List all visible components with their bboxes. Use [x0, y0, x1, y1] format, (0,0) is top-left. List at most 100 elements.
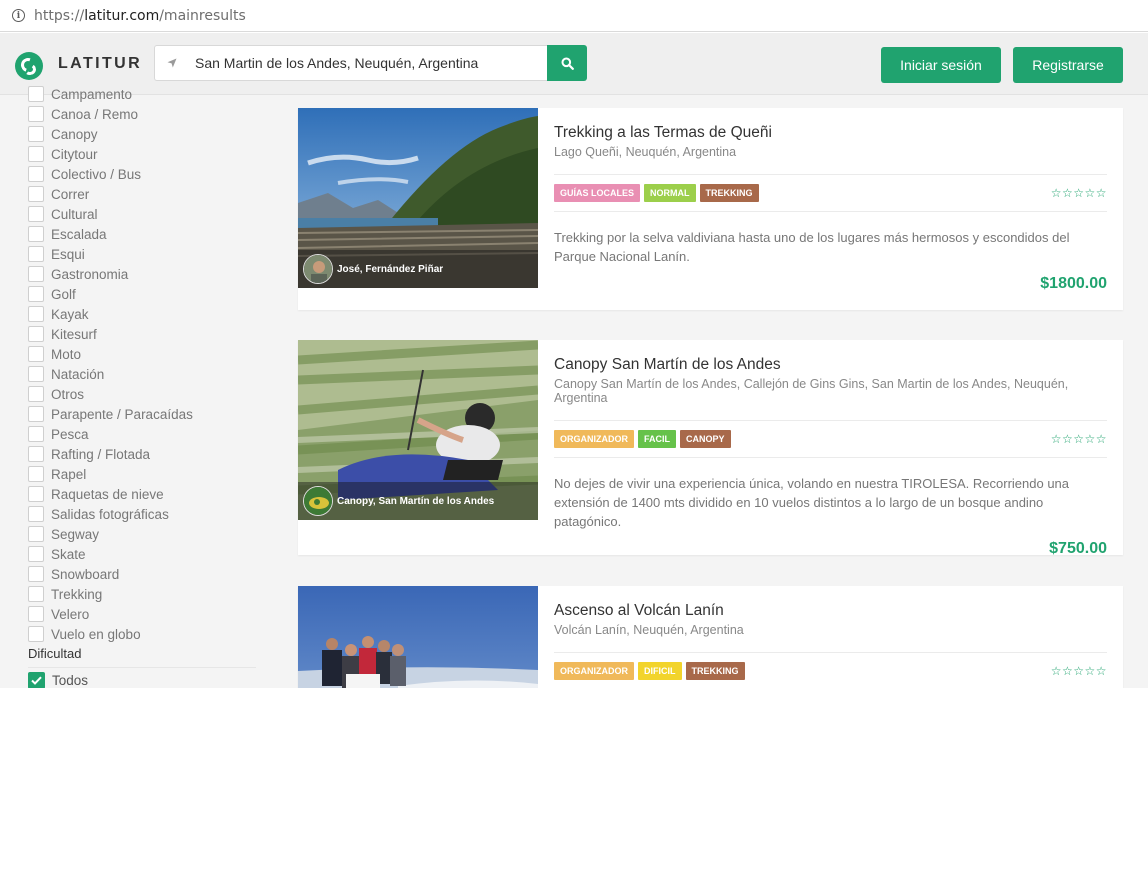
activity-filter-item[interactable]: Otros: [28, 384, 193, 404]
activity-title[interactable]: Trekking a las Termas de Queñi: [554, 124, 1107, 142]
address-bar[interactable]: i https://latitur.com/mainresults: [0, 0, 1148, 32]
checkbox[interactable]: [28, 226, 44, 242]
url-scheme: https://: [34, 7, 85, 24]
activity-filter-item[interactable]: Rapel: [28, 464, 193, 484]
checkbox[interactable]: [28, 286, 44, 302]
activity-filter-item[interactable]: Parapente / Paracaídas: [28, 404, 193, 424]
activity-filter-item[interactable]: Snowboard: [28, 564, 193, 584]
activity-filter-item[interactable]: Vuelo en globo: [28, 624, 193, 644]
card-body: Ascenso al Volcán Lanín Volcán Lanín, Ne…: [554, 586, 1107, 688]
checkbox[interactable]: [28, 186, 44, 202]
activity-filter-item[interactable]: Trekking: [28, 584, 193, 604]
checkbox[interactable]: [28, 426, 44, 442]
checkbox[interactable]: [28, 386, 44, 402]
tag-badge: FACIL: [638, 430, 676, 448]
checkbox-checked[interactable]: [28, 672, 45, 688]
activity-filter-item[interactable]: Escalada: [28, 224, 193, 244]
checkbox[interactable]: [28, 466, 44, 482]
activity-filter-item[interactable]: Canoa / Remo: [28, 104, 193, 124]
checkbox[interactable]: [28, 146, 44, 162]
activity-filter-label: Kayak: [51, 306, 89, 322]
activity-photo[interactable]: José, Fernández Piñar: [298, 108, 538, 288]
checkbox[interactable]: [28, 566, 44, 582]
owner-name[interactable]: Canopy, San Martín de los Andes: [337, 496, 494, 507]
activity-filter-item[interactable]: Pesca: [28, 424, 193, 444]
blank-area: [0, 688, 1148, 880]
checkbox[interactable]: [28, 246, 44, 262]
checkbox[interactable]: [28, 366, 44, 382]
activity-filter-item[interactable]: Colectivo / Bus: [28, 164, 193, 184]
owner-avatar[interactable]: [303, 486, 333, 516]
activity-filter-label: Moto: [51, 346, 82, 362]
activity-filter-list: Campamento Canoa / Remo Canopy Citytour Cole…: [28, 84, 193, 644]
activity-filter-item[interactable]: Salidas fotográficas: [28, 504, 193, 524]
activity-filter-label: Correr: [51, 186, 90, 202]
activity-filter-item[interactable]: Natación: [28, 364, 193, 384]
checkbox[interactable]: [28, 626, 44, 642]
activity-filter-item[interactable]: Campamento: [28, 84, 193, 104]
activity-filter-item[interactable]: Gastronomia: [28, 264, 193, 284]
checkbox[interactable]: [28, 206, 44, 222]
checkbox[interactable]: [28, 586, 44, 602]
location-search-input[interactable]: [195, 55, 535, 71]
activity-photo[interactable]: Canopy, San Martín de los Andes: [298, 340, 538, 520]
checkbox[interactable]: [28, 346, 44, 362]
activity-title[interactable]: Ascenso al Volcán Lanín: [554, 602, 1107, 620]
activity-filter-label: Pesca: [51, 426, 89, 442]
login-button[interactable]: Iniciar sesión: [881, 47, 1001, 83]
info-icon[interactable]: i: [12, 9, 25, 22]
url-text[interactable]: https://latitur.com/mainresults: [34, 8, 246, 24]
location-arrow-icon: [167, 58, 177, 68]
activity-filter-item[interactable]: Kayak: [28, 304, 193, 324]
checkbox[interactable]: [28, 166, 44, 182]
tag-row: GUÍAS LOCALES NORMAL TREKKING ☆☆☆☆☆: [554, 175, 1107, 211]
tag-badge: NORMAL: [644, 184, 696, 202]
owner-avatar[interactable]: [303, 254, 333, 284]
checkbox[interactable]: [28, 526, 44, 542]
checkbox[interactable]: [28, 606, 44, 622]
result-card[interactable]: José, Fernández Piñar Trekking a las Ter…: [298, 108, 1123, 310]
activity-filter-item[interactable]: Velero: [28, 604, 193, 624]
checkbox[interactable]: [28, 306, 44, 322]
activity-filter-label: Esqui: [51, 246, 85, 262]
activity-price: $1800.00: [1040, 275, 1107, 292]
activity-filter-item[interactable]: Esqui: [28, 244, 193, 264]
latitur-logo-icon[interactable]: [15, 52, 43, 80]
activity-filter-label: Cultural: [51, 206, 98, 222]
checkbox[interactable]: [28, 126, 44, 142]
activity-filter-label: Trekking: [51, 586, 103, 602]
activity-filter-item[interactable]: Canopy: [28, 124, 193, 144]
checkbox[interactable]: [28, 326, 44, 342]
activity-title[interactable]: Canopy San Martín de los Andes: [554, 356, 1107, 374]
activity-filter-item[interactable]: Golf: [28, 284, 193, 304]
search-icon: [561, 57, 574, 70]
activity-filter-item[interactable]: Skate: [28, 544, 193, 564]
checkbox[interactable]: [28, 506, 44, 522]
activity-filter-item[interactable]: Citytour: [28, 144, 193, 164]
search-button[interactable]: [547, 45, 587, 81]
checkbox[interactable]: [28, 86, 44, 102]
checkbox[interactable]: [28, 406, 44, 422]
result-card[interactable]: Ascenso al Volcán Lanín Volcán Lanín, Ne…: [298, 586, 1123, 688]
checkbox[interactable]: [28, 266, 44, 282]
activity-filter-item[interactable]: Moto: [28, 344, 193, 364]
owner-name[interactable]: José, Fernández Piñar: [337, 264, 443, 275]
activity-filter-item[interactable]: Correr: [28, 184, 193, 204]
activity-filter-label: Segway: [51, 526, 100, 542]
activity-filter-item[interactable]: Rafting / Flotada: [28, 444, 193, 464]
register-button[interactable]: Registrarse: [1013, 47, 1123, 83]
activity-filter-item[interactable]: Kitesurf: [28, 324, 193, 344]
checkbox[interactable]: [28, 486, 44, 502]
activity-filter-label: Gastronomia: [51, 266, 129, 282]
checkbox[interactable]: [28, 106, 44, 122]
activity-photo[interactable]: [298, 586, 538, 688]
activity-filter-label: Kitesurf: [51, 326, 97, 342]
difficulty-option-todos[interactable]: Todos: [28, 672, 88, 688]
activity-filter-item[interactable]: Raquetas de nieve: [28, 484, 193, 504]
checkbox[interactable]: [28, 446, 44, 462]
activity-filter-item[interactable]: Segway: [28, 524, 193, 544]
checkbox[interactable]: [28, 546, 44, 562]
result-card[interactable]: Canopy, San Martín de los Andes Canopy S…: [298, 340, 1123, 557]
activity-filter-item[interactable]: Cultural: [28, 204, 193, 224]
logo-text[interactable]: LATITUR: [58, 55, 142, 73]
